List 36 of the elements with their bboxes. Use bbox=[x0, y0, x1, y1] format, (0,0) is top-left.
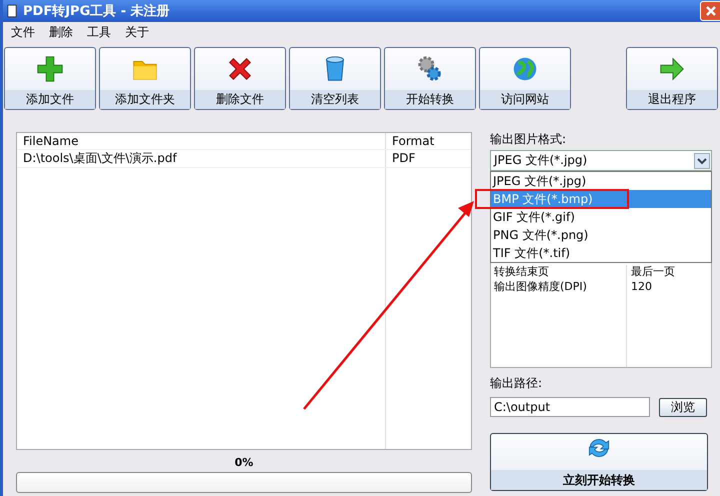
menu-item[interactable]: 关于 bbox=[125, 24, 149, 42]
format-dropdown[interactable]: JPEG 文件(*.jpg) bbox=[490, 150, 712, 171]
dropdown-option[interactable]: TIF 文件(*.tif) bbox=[491, 244, 711, 262]
close-button[interactable] bbox=[700, 0, 720, 21]
convert-button[interactable]: 立刻开始转换 bbox=[490, 433, 708, 491]
column-header: Format bbox=[391, 133, 436, 149]
progress-label: 0% bbox=[234, 456, 254, 471]
toolbar-button[interactable]: 删除文件 bbox=[194, 46, 286, 110]
format-label: 输出图片格式: bbox=[490, 132, 568, 148]
property-name: 转换结束页 bbox=[491, 265, 627, 280]
dropdown-option[interactable]: PNG 文件(*.png) bbox=[491, 226, 711, 244]
table-cell: D:\tools\桌面\文件\演示.pdf bbox=[17, 150, 386, 167]
column-header: FileName bbox=[17, 133, 386, 149]
property-value: 最后一页 bbox=[630, 265, 676, 280]
toolbar-button[interactable]: 开始转换 bbox=[384, 46, 476, 110]
table-cell-text: PDF bbox=[391, 150, 416, 167]
exit-button[interactable]: 退出程序 bbox=[626, 46, 718, 110]
menu-item[interactable]: 文件 bbox=[11, 24, 35, 42]
output-path-field[interactable]: C:\output bbox=[490, 397, 650, 417]
dropdown-option[interactable]: GIF 文件(*.gif) bbox=[491, 208, 711, 226]
toolbar-button[interactable]: 访问网站 bbox=[479, 46, 571, 110]
property-name: 输出图像精度(DPI) bbox=[491, 280, 627, 295]
chevron-down-icon bbox=[694, 152, 710, 168]
toolbar-button[interactable]: 清空列表 bbox=[289, 46, 381, 110]
toolbar-button[interactable]: 添加文件夹 bbox=[99, 46, 191, 110]
menu-item[interactable]: 删除 bbox=[49, 24, 73, 42]
output-path-label: 输出路径: bbox=[490, 376, 544, 392]
menu-item[interactable]: 工具 bbox=[87, 24, 111, 42]
close-icon bbox=[704, 4, 718, 18]
dropdown-option[interactable]: JPEG 文件(*.jpg) bbox=[491, 172, 711, 190]
toolbar-button[interactable]: 添加文件 bbox=[4, 46, 96, 110]
browse-button[interactable]: 浏览 bbox=[659, 398, 707, 416]
window-title: PDF转JPG工具 - 未注册 bbox=[23, 2, 171, 20]
plus-icon bbox=[35, 54, 65, 84]
property-value: 120 bbox=[630, 280, 653, 295]
app-icon bbox=[7, 4, 17, 18]
